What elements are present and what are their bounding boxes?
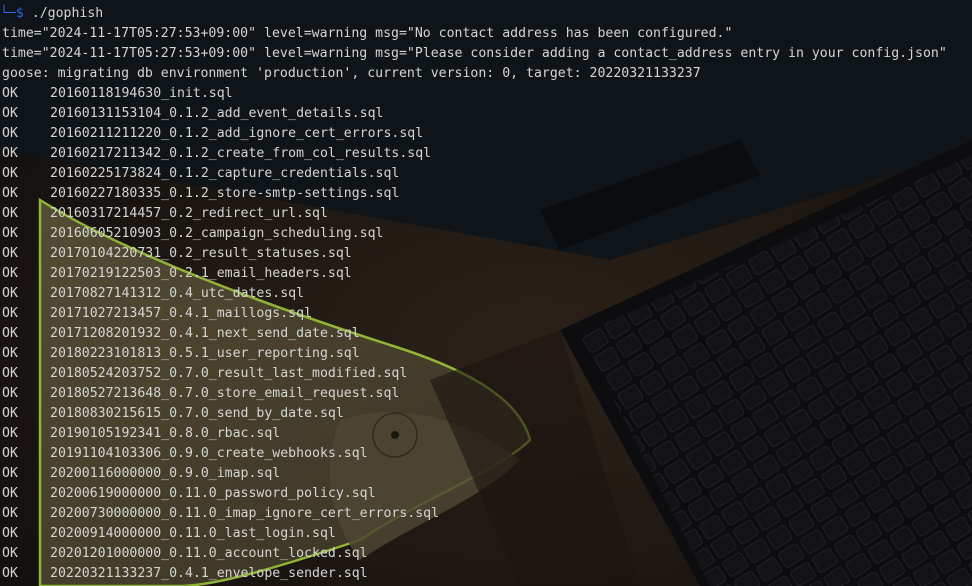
migration-row: OK 20190105192341_0.8.0_rbac.sql <box>2 424 280 444</box>
migration-filename: 20191104103306_0.9.0_create_webhooks.sql <box>50 446 368 461</box>
status-ok: OK <box>2 566 18 581</box>
migration-row: OK 20200914000000_0.11.0_last_login.sql <box>2 524 336 544</box>
status-ok: OK <box>2 406 18 421</box>
status-ok: OK <box>2 446 18 461</box>
migration-filename: 20170104220731_0.2_result_statuses.sql <box>50 246 352 261</box>
migration-filename: 20200619000000_0.11.0_password_policy.sq… <box>50 486 376 501</box>
status-ok: OK <box>2 126 18 141</box>
status-ok: OK <box>2 286 18 301</box>
migration-filename: 20200116000000_0.9.0_imap.sql <box>50 466 281 481</box>
migration-filename: 20220321133237_0.4.1_envelope_sender.sql <box>50 566 368 581</box>
migration-filename: 20160227180335_0.1.2_store-smtp-settings… <box>50 186 400 201</box>
status-ok: OK <box>2 426 18 441</box>
status-ok: OK <box>2 366 18 381</box>
migration-filename: 20170219122503_0.2.1_email_headers.sql <box>50 266 352 281</box>
status-ok: OK <box>2 546 18 561</box>
migration-status-line: goose: migrating db environment 'product… <box>2 66 701 81</box>
prompt-symbol: └─$ <box>0 6 24 21</box>
status-ok: OK <box>2 226 18 241</box>
shell-prompt: └─$ ./gophish <box>0 4 103 24</box>
status-ok: OK <box>2 306 18 321</box>
migration-filename: 20201201000000_0.11.0_account_locked.sql <box>50 546 368 561</box>
migration-filename: 20160211211220_0.1.2_add_ignore_cert_err… <box>50 126 424 141</box>
migration-row: OK 20200730000000_0.11.0_imap_ignore_cert… <box>2 504 439 524</box>
status-ok: OK <box>2 506 18 521</box>
migration-filename: 20200914000000_0.11.0_last_login.sql <box>50 526 336 541</box>
migration-row: OK 20160317214457_0.2_redirect_url.sql <box>2 204 328 224</box>
status-ok: OK <box>2 166 18 181</box>
status-ok: OK <box>2 186 18 201</box>
migration-row: OK 20180524203752_0.7.0_result_last_modif… <box>2 364 407 384</box>
migration-row: OK 20180527213648_0.7.0_store_email_reque… <box>2 384 399 404</box>
migration-row: OK 20220321133237_0.4.1_envelope_sender.s… <box>2 564 368 584</box>
migration-row: OK 20170827141312_0.4_utc_dates.sql <box>2 284 304 304</box>
status-ok: OK <box>2 206 18 221</box>
migration-filename: 20160605210903_0.2_campaign_scheduling.s… <box>50 226 384 241</box>
status-ok: OK <box>2 246 18 261</box>
migration-row: OK 20191104103306_0.9.0_create_webhooks.s… <box>2 444 368 464</box>
terminal-window[interactable]: └─$ ./gophish time="2024-11-17T05:27:53+… <box>0 0 972 586</box>
migration-row: OK 20180830215615_0.7.0_send_by_date.sql <box>2 404 344 424</box>
migration-filename: 20160317214457_0.2_redirect_url.sql <box>50 206 328 221</box>
migration-row: OK 20200116000000_0.9.0_imap.sql <box>2 464 280 484</box>
migration-filename: 20200730000000_0.11.0_imap_ignore_cert_e… <box>50 506 440 521</box>
migration-filename: 20170827141312_0.4_utc_dates.sql <box>50 286 305 301</box>
migration-row: OK 20171027213457_0.4.1_maillogs.sql <box>2 304 312 324</box>
status-ok: OK <box>2 106 18 121</box>
status-ok: OK <box>2 86 18 101</box>
status-ok: OK <box>2 466 18 481</box>
migration-row: OK 20170219122503_0.2.1_email_headers.sql <box>2 264 352 284</box>
migration-row: OK 20160605210903_0.2_campaign_scheduling… <box>2 224 383 244</box>
migration-row: OK 20160211211220_0.1.2_add_ignore_cert_e… <box>2 124 423 144</box>
migration-row: OK 20160131153104_0.1.2_add_event_details… <box>2 104 383 124</box>
migration-row: OK 20160227180335_0.1.2_store-smtp-settin… <box>2 184 399 204</box>
status-ok: OK <box>2 386 18 401</box>
status-ok: OK <box>2 266 18 281</box>
migration-filename: 20160118194630_init.sql <box>50 86 233 101</box>
migration-filename: 20171027213457_0.4.1_maillogs.sql <box>50 306 313 321</box>
warning-log-line: time="2024-11-17T05:27:53+09:00" level=w… <box>2 26 733 41</box>
shell-command: ./gophish <box>23 6 104 21</box>
status-ok: OK <box>2 326 18 341</box>
migration-filename: 20160217211342_0.1.2_create_from_col_res… <box>50 146 432 161</box>
migration-filename: 20180527213648_0.7.0_store_email_request… <box>50 386 400 401</box>
migration-row: OK 20160118194630_init.sql <box>2 84 233 104</box>
status-ok: OK <box>2 526 18 541</box>
migration-row: OK 20200619000000_0.11.0_password_policy.… <box>2 484 376 504</box>
migration-filename: 20180830215615_0.7.0_send_by_date.sql <box>50 406 344 421</box>
migration-filename: 20160225173824_0.1.2_capture_credentials… <box>50 166 400 181</box>
migration-filename: 20180524203752_0.7.0_result_last_modifie… <box>50 366 408 381</box>
status-ok: OK <box>2 146 18 161</box>
migration-row: OK 20160217211342_0.1.2_create_from_col_r… <box>2 144 431 164</box>
migration-row: OK 20170104220731_0.2_result_statuses.sql <box>2 244 352 264</box>
warning-log-line: time="2024-11-17T05:27:53+09:00" level=w… <box>2 46 947 61</box>
migration-row: OK 20171208201932_0.4.1_next_send_date.sq… <box>2 324 360 344</box>
migration-filename: 20180223101813_0.5.1_user_reporting.sql <box>50 346 360 361</box>
status-ok: OK <box>2 346 18 361</box>
status-ok: OK <box>2 486 18 501</box>
migration-row: OK 20180223101813_0.5.1_user_reporting.sq… <box>2 344 360 364</box>
migration-row: OK 20160225173824_0.1.2_capture_credentia… <box>2 164 399 184</box>
migration-row: OK 20201201000000_0.11.0_account_locked.s… <box>2 544 368 564</box>
migration-filename: 20171208201932_0.4.1_next_send_date.sql <box>50 326 360 341</box>
migration-filename: 20190105192341_0.8.0_rbac.sql <box>50 426 281 441</box>
migration-filename: 20160131153104_0.1.2_add_event_details.s… <box>50 106 384 121</box>
